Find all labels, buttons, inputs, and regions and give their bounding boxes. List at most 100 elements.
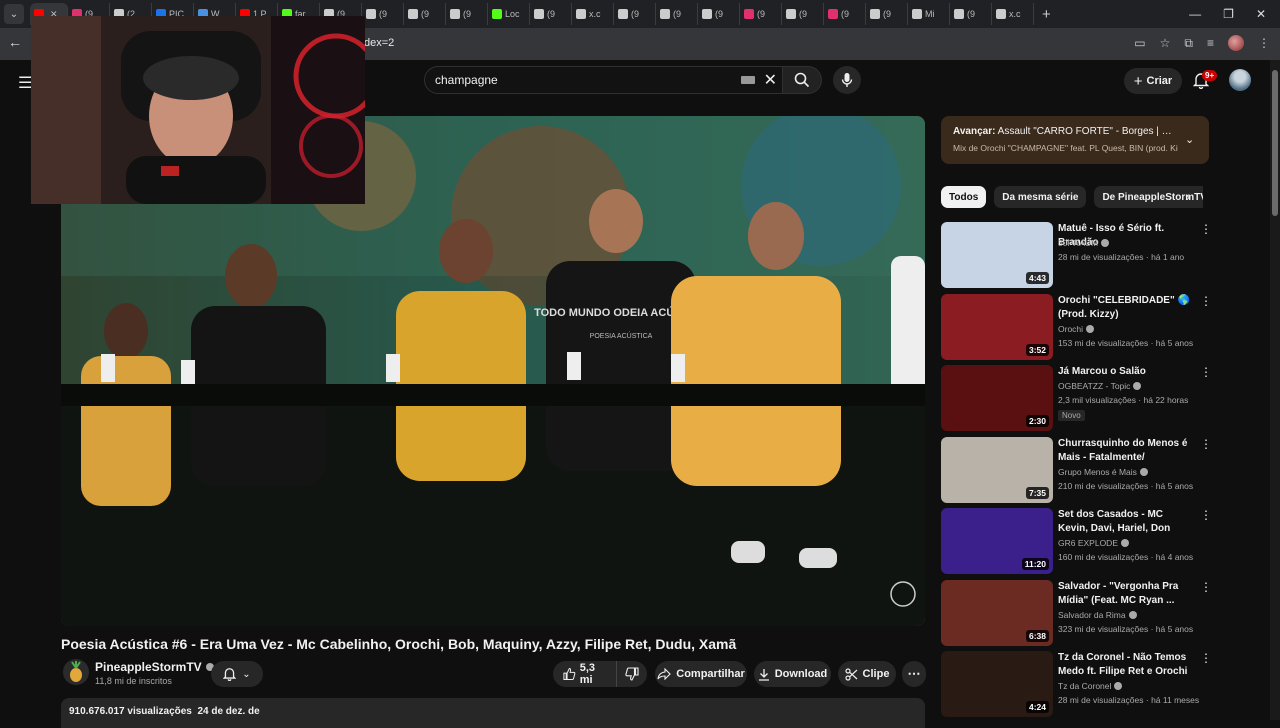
voice-search-button[interactable] — [833, 66, 861, 94]
recommendation-item[interactable]: 4:24 Tz da Coronel - Não Temos Medo ft. F… — [941, 651, 1212, 717]
new-tab-button[interactable]: + — [1042, 6, 1051, 23]
profile-icon[interactable] — [1228, 35, 1244, 51]
rec-channel[interactable]: Tz da Coronel — [1058, 681, 1111, 691]
rec-title[interactable]: Churrasquinho do Menos é Mais - Fatalmen… — [1058, 437, 1194, 465]
browser-tab[interactable]: (9 — [530, 3, 572, 25]
browser-tab[interactable]: x.c — [992, 3, 1034, 25]
video-thumbnail[interactable]: 7:35 — [941, 437, 1053, 503]
rec-title[interactable]: Tz da Coronel - Não Temos Medo ft. Filip… — [1058, 651, 1194, 679]
rec-title[interactable]: Set dos Casados - MC Kevin, Davi, Hariel… — [1058, 508, 1194, 536]
notification-badge: 9+ — [1202, 70, 1218, 81]
create-label: Criar — [1146, 75, 1173, 87]
browser-tab[interactable]: (9 — [866, 3, 908, 25]
browser-tab[interactable]: Mi — [908, 3, 950, 25]
address-bar-icons: ▭ ☆ ⧉ ≡ ⋮ — [1134, 35, 1270, 51]
rec-title[interactable]: Orochi "CELEBRIDADE" 🌎 (Prod. Kizzy) — [1058, 294, 1194, 322]
channel-name-row[interactable]: PineappleStormTV — [95, 660, 214, 674]
browser-tab[interactable]: Loc — [488, 3, 530, 25]
video-thumbnail[interactable]: 3:52 — [941, 294, 1053, 360]
video-thumbnail[interactable]: 4:24 — [941, 651, 1053, 717]
recommendation-item[interactable]: 4:43 Matuê - Isso é Sério ft. Brandão 30PR… — [941, 222, 1212, 288]
browser-tab[interactable]: (9 — [404, 3, 446, 25]
close-window-icon[interactable]: ✕ — [1256, 7, 1266, 21]
tab-label: x.c — [1009, 9, 1021, 19]
verified-icon — [1133, 382, 1142, 390]
keyboard-icon[interactable] — [741, 76, 755, 84]
more-vertical-icon[interactable]: ⋮ — [1200, 365, 1212, 379]
more-vertical-icon[interactable]: ⋮ — [1200, 437, 1212, 451]
browser-tab[interactable]: (9 — [740, 3, 782, 25]
more-vertical-icon[interactable]: ⋮ — [1200, 294, 1212, 308]
rec-channel[interactable]: OGBEATZZ - Topic — [1058, 381, 1130, 391]
recommendation-item[interactable]: 7:35 Churrasquinho do Menos é Mais - Fata… — [941, 437, 1212, 503]
minimize-icon[interactable]: — — [1189, 7, 1201, 21]
media-controls-icon[interactable]: ≡ — [1207, 36, 1214, 50]
cast-icon[interactable]: ▭ — [1134, 36, 1145, 50]
chip-same-series[interactable]: Da mesma série — [994, 186, 1087, 208]
recommendation-item[interactable]: 11:20 Set dos Casados - MC Kevin, Davi, H… — [941, 508, 1212, 574]
bookmark-star-icon[interactable]: ☆ — [1160, 36, 1171, 50]
chevron-down-icon[interactable]: ⌄ — [1185, 133, 1194, 146]
browser-tab[interactable]: (9 — [824, 3, 866, 25]
create-button[interactable]: + Criar — [1124, 68, 1182, 94]
more-vertical-icon[interactable]: ⋮ — [1200, 508, 1212, 522]
rec-channel[interactable]: 30PRAUM — [1058, 238, 1098, 248]
video-thumbnail[interactable]: 4:43 — [941, 222, 1053, 288]
tab-label: (9 — [841, 9, 850, 19]
more-vertical-icon[interactable]: ⋮ — [1200, 222, 1212, 236]
page-scrollbar-thumb[interactable] — [1272, 70, 1278, 216]
tab-label: (9 — [547, 9, 556, 19]
download-button[interactable]: Download — [754, 661, 831, 687]
more-actions-button[interactable]: ⋯ — [902, 661, 926, 687]
url-text[interactable]: dex=2 — [364, 37, 394, 49]
search-input[interactable] — [435, 73, 725, 87]
browser-tab[interactable]: (9 — [950, 3, 992, 25]
extensions-icon[interactable]: ⧉ — [1184, 36, 1193, 51]
channel-avatar[interactable] — [63, 659, 89, 685]
browser-tab[interactable]: (9 — [614, 3, 656, 25]
tab-search-dropdown[interactable]: ⌄ — [4, 4, 24, 24]
video-thumbnail[interactable]: 2:30 — [941, 365, 1053, 431]
more-vertical-icon[interactable]: ⋮ — [1200, 580, 1212, 594]
rec-channel[interactable]: Salvador da Rima — [1058, 610, 1126, 620]
like-button[interactable]: 5,3 mi — [553, 661, 617, 687]
playlist-next-panel[interactable] — [941, 116, 1209, 164]
rec-meta: 2,3 mil visualizações · há 22 horas — [1058, 395, 1189, 405]
tab-favicon-icon — [366, 9, 376, 19]
browser-tab[interactable]: (9 — [362, 3, 404, 25]
clip-button[interactable]: Clipe — [838, 661, 896, 687]
duration-badge: 11:20 — [1021, 558, 1049, 570]
share-button[interactable]: Compartilhar — [655, 661, 747, 687]
browser-tab[interactable]: (9 — [782, 3, 824, 25]
back-arrow-icon[interactable]: ← — [8, 34, 22, 50]
recommendation-item[interactable]: 3:52 Orochi "CELEBRIDADE" 🌎 (Prod. Kizzy)… — [941, 294, 1212, 360]
browser-tab[interactable]: (9 — [656, 3, 698, 25]
channel-name[interactable]: PineappleStormTV — [95, 660, 202, 674]
browser-tab[interactable]: (9 — [698, 3, 740, 25]
recommendation-item[interactable]: 2:30 Já Marcou o Salão OGBEATZZ - Topic 2,3… — [941, 365, 1212, 431]
recommendation-item[interactable]: 6:38 Salvador - "Vergonha Pra Mídia" (Fea… — [941, 580, 1212, 646]
browser-menu-icon[interactable]: ⋮ — [1258, 36, 1270, 50]
browser-tab[interactable]: (9 — [446, 3, 488, 25]
verified-icon — [1086, 325, 1095, 333]
rec-channel[interactable]: GR6 EXPLODE — [1058, 538, 1118, 548]
dislike-button[interactable] — [617, 661, 647, 687]
rec-channel[interactable]: Orochi — [1058, 324, 1083, 334]
subscribed-notifications-button[interactable]: ⌄ — [211, 661, 263, 687]
rec-title[interactable]: Salvador - "Vergonha Pra Mídia" (Feat. M… — [1058, 580, 1194, 608]
account-avatar[interactable] — [1229, 69, 1251, 91]
chevron-right-icon[interactable]: › — [1186, 190, 1190, 204]
rec-title[interactable]: Já Marcou o Salão — [1058, 365, 1194, 379]
restore-icon[interactable]: ❐ — [1223, 7, 1234, 21]
video-thumbnail[interactable]: 6:38 — [941, 580, 1053, 646]
tab-favicon-icon — [660, 9, 670, 19]
tab-label: (9 — [967, 9, 976, 19]
thumbs-down-icon — [625, 667, 639, 681]
video-thumbnail[interactable]: 11:20 — [941, 508, 1053, 574]
rec-channel[interactable]: Grupo Menos é Mais — [1058, 467, 1137, 477]
more-vertical-icon[interactable]: ⋮ — [1200, 651, 1212, 665]
search-button[interactable] — [782, 66, 822, 94]
browser-tab[interactable]: x.c — [572, 3, 614, 25]
chip-all[interactable]: Todos — [941, 186, 987, 208]
clear-search-icon[interactable]: ✕ — [764, 70, 777, 90]
